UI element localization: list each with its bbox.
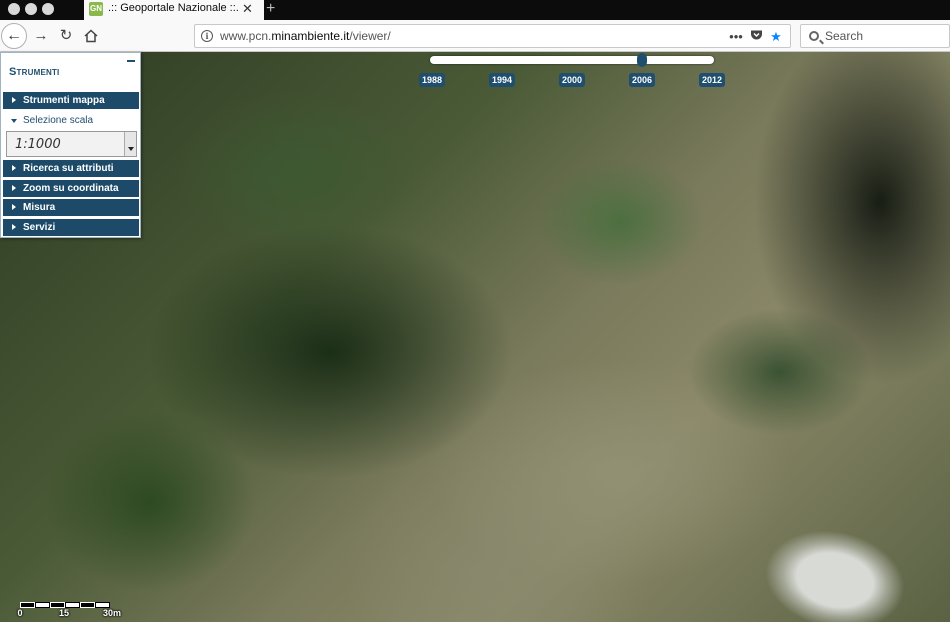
url-bar[interactable]: i www.pcn.minambiente.it/viewer/ ••• ★ <box>194 24 791 48</box>
new-tab-button[interactable]: + <box>266 0 275 19</box>
menu-selezione-scala[interactable]: Selezione scala <box>3 112 139 129</box>
favicon-icon: GN <box>89 2 103 16</box>
timeline-year-2012[interactable]: 2012 <box>698 73 726 87</box>
chevron-right-icon <box>12 185 16 191</box>
tab-bar: GN .:: Geoportale Nazionale ::. ✕ + <box>0 0 950 20</box>
home-icon[interactable] <box>80 24 102 48</box>
panel-title: Strumenti <box>9 66 60 78</box>
menu-servizi[interactable]: Servizi <box>3 219 139 236</box>
tab-geoportale[interactable]: GN .:: Geoportale Nazionale ::. ✕ <box>84 0 264 20</box>
collapse-icon[interactable] <box>127 55 136 65</box>
chevron-right-icon <box>12 204 16 210</box>
tab-close-icon[interactable]: ✕ <box>242 1 253 17</box>
close-window-button[interactable] <box>8 3 20 15</box>
tools-panel: Strumenti Strumenti mappa Selezione scal… <box>0 52 141 238</box>
info-icon[interactable]: i <box>201 30 213 42</box>
scale-select[interactable]: 1:1000 <box>6 131 137 157</box>
timeline-slider[interactable]: 1988 1994 2000 2006 2012 <box>418 53 726 87</box>
bookmark-star-icon[interactable]: ★ <box>766 27 786 47</box>
scale-label-30m: 30m <box>102 608 122 618</box>
more-dots-icon[interactable]: ••• <box>726 27 746 47</box>
scale-value: 1:1000 <box>15 137 61 152</box>
chevron-right-icon <box>12 165 16 171</box>
chevron-down-icon <box>11 119 17 123</box>
back-arrow-icon[interactable]: ← <box>1 23 27 49</box>
scale-label-0: 0 <box>17 608 23 618</box>
tab-title: .:: Geoportale Nazionale ::. <box>108 2 239 14</box>
timeline-handle[interactable] <box>637 53 647 67</box>
menu-ricerca-su-attributi[interactable]: Ricerca su attributi <box>3 160 139 177</box>
search-icon <box>809 31 819 41</box>
timeline-year-1994[interactable]: 1994 <box>488 73 516 87</box>
chevron-right-icon <box>12 224 16 230</box>
forward-arrow-icon[interactable]: → <box>30 24 52 48</box>
maximize-window-button[interactable] <box>42 3 54 15</box>
timeline-year-2000[interactable]: 2000 <box>558 73 586 87</box>
chevron-right-icon <box>12 97 16 103</box>
navigation-bar: ← → ↻ i www.pcn.minambiente.it/viewer/ •… <box>0 20 950 52</box>
reload-icon[interactable]: ↻ <box>55 24 77 48</box>
search-input[interactable] <box>825 27 945 45</box>
timeline-year-1988[interactable]: 1988 <box>418 73 446 87</box>
search-box[interactable] <box>800 24 950 48</box>
menu-zoom-su-coordinata[interactable]: Zoom su coordinata <box>3 180 139 197</box>
minimize-window-button[interactable] <box>25 3 37 15</box>
timeline-year-2006[interactable]: 2006 <box>628 73 656 87</box>
map-view[interactable]: 1988 1994 2000 2006 2012 0 15 30m <box>0 52 950 622</box>
pocket-icon[interactable] <box>746 27 766 47</box>
menu-misura[interactable]: Misura <box>3 199 139 216</box>
menu-strumenti-mappa[interactable]: Strumenti mappa <box>3 92 139 109</box>
url-text[interactable]: www.pcn.minambiente.it/viewer/ <box>220 29 391 43</box>
snow-patch <box>756 516 914 622</box>
scale-label-15: 15 <box>58 608 70 618</box>
dropdown-arrow-icon[interactable] <box>124 132 136 156</box>
